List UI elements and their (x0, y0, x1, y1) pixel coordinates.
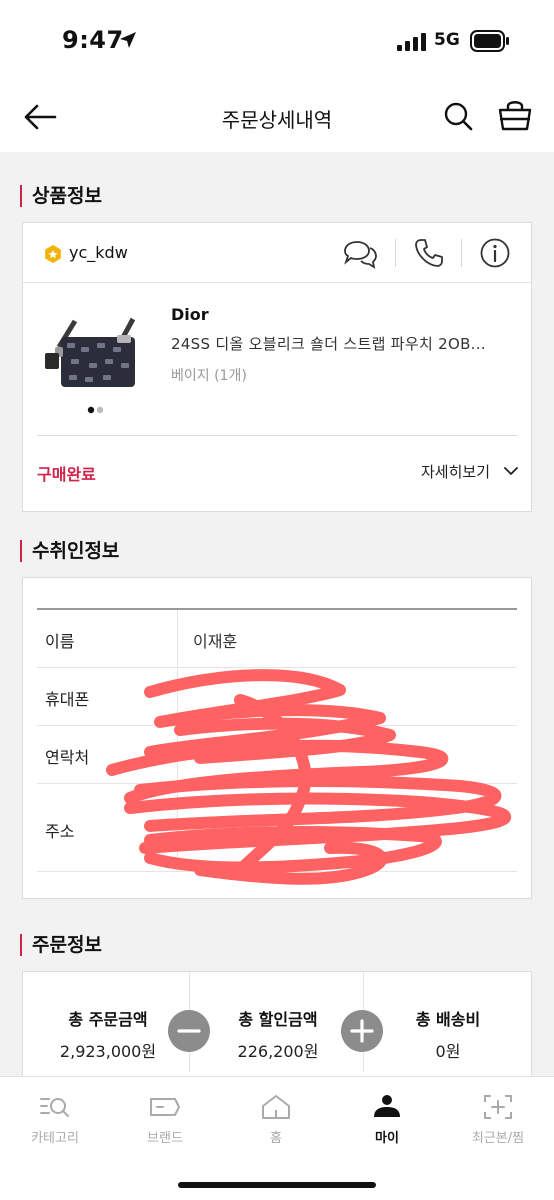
info-icon[interactable] (479, 237, 511, 269)
recipient-row: 이름 이재훈 (37, 610, 517, 668)
nav-item-home[interactable]: 홈 (221, 1077, 331, 1157)
summary-label: 총 할인금액 (238, 1010, 318, 1029)
summary-label: 총 배송비 (415, 1010, 481, 1029)
recipient-label: 주소 (45, 822, 75, 841)
signal-icon (397, 33, 426, 51)
product-name[interactable]: 24SS 디올 오블리크 숄더 스트랩 파우치 2OB... (171, 333, 521, 354)
recipient-row: 주소 (37, 784, 517, 872)
product-card: yc_kdw Dior 24SS 디올 오블리크 숄더 스트랩 파우치 2OB.… (22, 222, 532, 512)
seller-row[interactable]: yc_kdw (23, 223, 531, 283)
nav-label: 브랜드 (147, 1131, 183, 1146)
chevron-down-icon[interactable] (503, 465, 519, 477)
shopping-bag-icon[interactable] (497, 98, 533, 132)
minus-icon (168, 1010, 210, 1052)
battery-icon (470, 30, 509, 52)
category-search-icon (40, 1098, 69, 1117)
home-icon (262, 1095, 290, 1119)
product-section-title: 상품정보 (20, 185, 102, 207)
phone-icon[interactable] (413, 237, 445, 269)
seller-name[interactable]: yc_kdw (69, 243, 128, 262)
divider (37, 435, 517, 436)
tag-icon (150, 1098, 180, 1116)
person-icon (374, 1095, 400, 1117)
chat-icon[interactable] (341, 237, 379, 269)
recipient-value: 이재훈 (193, 632, 238, 651)
nav-item-my[interactable]: 마이 (332, 1077, 442, 1157)
recent-icon (484, 1095, 512, 1119)
location-arrow-icon (120, 32, 136, 48)
order-status: 구매완료 (37, 465, 96, 484)
divider (177, 726, 178, 783)
search-icon[interactable] (442, 100, 474, 132)
total-order-amount: 총 주문금액 2,923,000원 (23, 972, 193, 1072)
order-section-title: 주문정보 (20, 934, 102, 956)
app-header: 주문상세내역 (0, 80, 554, 152)
recipient-row: 연락처 (37, 726, 517, 784)
status-time: 9:47 (62, 26, 124, 54)
summary-value: 2,923,000원 (59, 1042, 157, 1061)
recipient-label: 이름 (45, 632, 75, 651)
nav-item-recent[interactable]: 최근본/찜 (443, 1077, 553, 1157)
divider (177, 668, 178, 725)
product-option: 베이지 (1개) (171, 368, 247, 384)
network-label: 5G (434, 30, 460, 50)
recipient-table: 이름 이재훈 휴대폰 연락처 주소 (37, 608, 517, 872)
recipient-label: 휴대폰 (45, 690, 90, 709)
status-bar: 9:47 5G (0, 0, 554, 80)
product-brand[interactable]: Dior (171, 305, 209, 324)
nav-item-category[interactable]: 카테고리 (0, 1077, 110, 1157)
image-pagination-dots (87, 406, 104, 414)
detail-toggle-button[interactable]: 자세히보기 (421, 461, 490, 482)
total-discount-amount: 총 할인금액 226,200원 (193, 972, 363, 1072)
divider (177, 610, 178, 667)
divider (461, 239, 462, 267)
product-image[interactable] (41, 317, 141, 391)
divider (177, 784, 178, 871)
nav-label: 최근본/찜 (471, 1131, 525, 1146)
recipient-row: 휴대폰 (37, 668, 517, 726)
total-shipping-fee: 총 배송비 0원 (363, 972, 533, 1072)
nav-label: 마이 (375, 1131, 399, 1146)
home-indicator (178, 1182, 376, 1188)
recipient-card: 이름 이재훈 휴대폰 연락처 주소 (22, 577, 532, 899)
summary-value: 0원 (435, 1042, 461, 1061)
nav-label: 홈 (270, 1131, 282, 1146)
seller-badge-icon (45, 245, 61, 263)
nav-item-brand[interactable]: 브랜드 (110, 1077, 220, 1157)
summary-value: 226,200원 (237, 1042, 319, 1061)
plus-icon (341, 1010, 383, 1052)
order-summary-card: 총 주문금액 2,923,000원 총 할인금액 226,200원 총 배송비 … (22, 971, 532, 1081)
divider (395, 239, 396, 267)
recipient-section-title: 수취인정보 (20, 540, 119, 562)
recipient-label: 연락처 (45, 748, 90, 767)
nav-label: 카테고리 (31, 1131, 79, 1146)
